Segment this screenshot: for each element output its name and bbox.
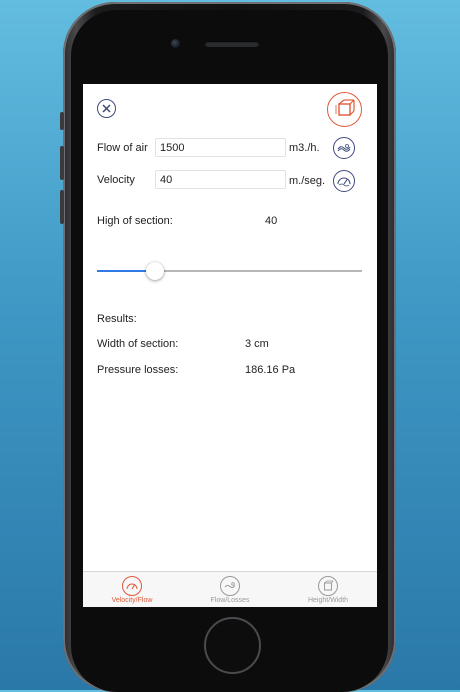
speedometer-icon — [337, 177, 351, 187]
tab-velocity-flow-label: Velocity/Flow — [111, 597, 153, 604]
high-of-section-value: 40 — [265, 215, 278, 227]
flow-unit-label: m3./h. — [289, 142, 320, 154]
tab-height-width[interactable]: Height/Width — [279, 572, 377, 607]
high-of-section-slider[interactable] — [97, 262, 362, 280]
tab-flow-losses-label: Flow/Losses — [210, 597, 250, 604]
results-title: Results: — [97, 313, 137, 325]
close-button[interactable] — [97, 99, 116, 118]
slider-thumb[interactable] — [146, 262, 165, 280]
fan-flow-icon — [337, 144, 351, 152]
duct-section-icon — [335, 99, 355, 116]
tab-velocity-flow[interactable]: Velocity/Flow — [83, 572, 181, 607]
front-camera — [171, 39, 180, 48]
section-mode-button[interactable] — [327, 92, 362, 127]
flow-of-air-input[interactable] — [155, 138, 286, 157]
velocity-flow-icon — [122, 576, 142, 596]
tab-flow-losses[interactable]: Flow/Losses — [181, 572, 279, 607]
velocity-options-button[interactable] — [333, 170, 355, 192]
phone-volume-up-button — [60, 146, 64, 180]
close-icon — [102, 104, 111, 113]
earpiece-speaker — [205, 41, 259, 47]
high-of-section-label: High of section: — [97, 215, 173, 227]
app-screen: Flow of air m3./h. Velocity m./seg. High… — [83, 84, 377, 607]
width-of-section-label: Width of section: — [97, 338, 179, 350]
velocity-label: Velocity — [97, 174, 135, 186]
velocity-input[interactable] — [155, 170, 286, 189]
flow-options-button[interactable] — [333, 137, 355, 159]
pressure-losses-value: 186.16 Pa — [245, 364, 296, 376]
velocity-unit-label: m./seg. — [289, 175, 326, 187]
height-width-icon — [318, 576, 338, 596]
flow-losses-icon — [220, 576, 240, 596]
phone-silent-switch — [60, 112, 64, 130]
flow-of-air-label: Flow of air — [97, 142, 148, 154]
tab-height-width-label: Height/Width — [307, 597, 349, 604]
phone-volume-down-button — [60, 190, 64, 224]
tab-bar: Velocity/Flow Flow/Losses Height/Width — [83, 571, 377, 607]
width-of-section-value: 3 cm — [245, 338, 269, 350]
pressure-losses-label: Pressure losses: — [97, 364, 179, 376]
home-button[interactable] — [204, 617, 261, 674]
